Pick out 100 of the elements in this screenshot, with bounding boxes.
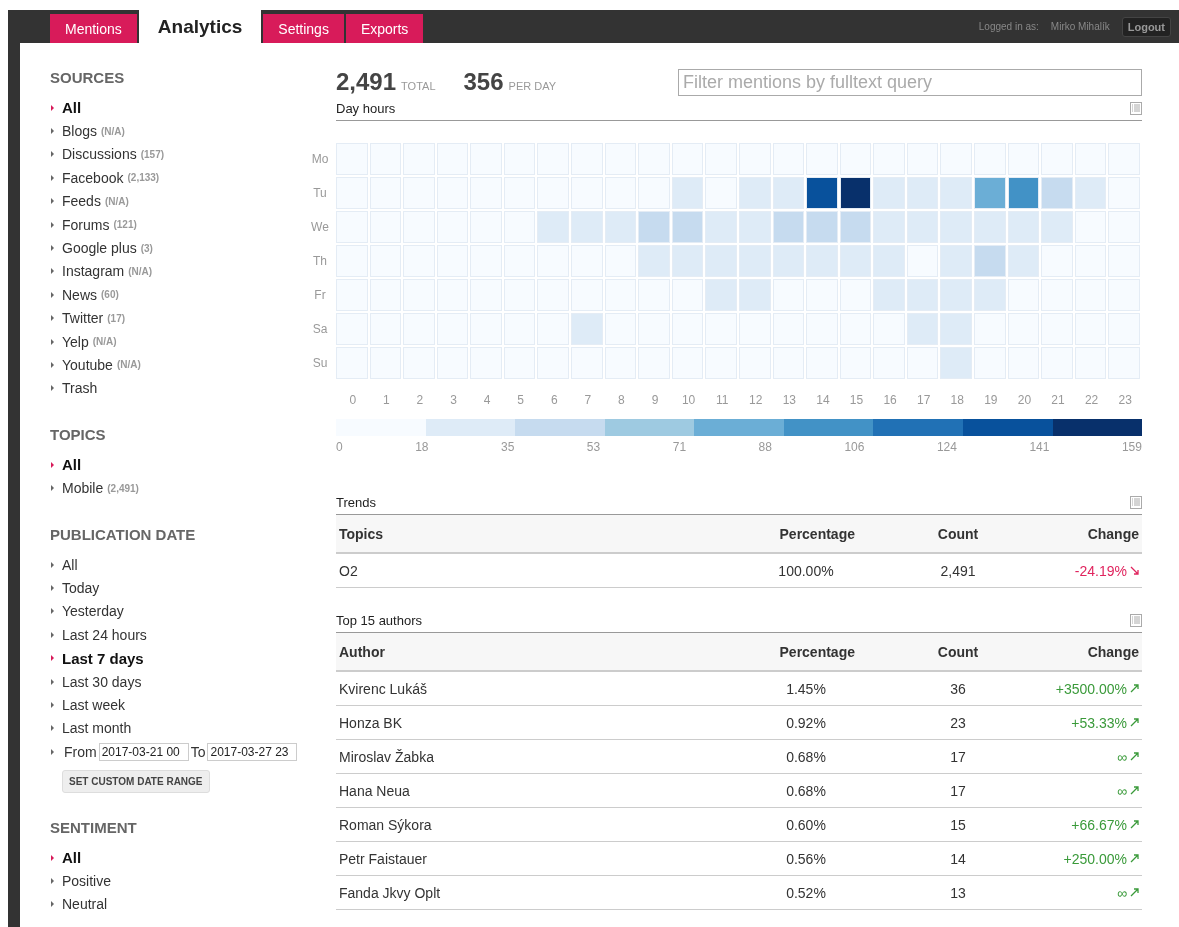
bullet-icon bbox=[51, 104, 54, 111]
table-cell: 0.68% bbox=[712, 739, 900, 774]
hour-label: 0 bbox=[348, 393, 358, 407]
table-icon[interactable] bbox=[1130, 495, 1142, 509]
filter-link[interactable]: Feeds bbox=[62, 193, 101, 210]
filter-link[interactable]: All bbox=[62, 456, 82, 474]
table-cell: Miroslav Žabka bbox=[336, 739, 712, 774]
filter-link[interactable]: Google plus bbox=[62, 240, 137, 257]
hour-label: 17 bbox=[916, 393, 932, 407]
filter-link[interactable]: Mobile bbox=[62, 480, 104, 497]
table-cell: Hana Neua bbox=[336, 773, 712, 808]
filter-link[interactable]: Last 30 days bbox=[62, 673, 142, 690]
table-cell: 0.56% bbox=[712, 841, 900, 876]
date-field[interactable]: 2017-03-21 00 bbox=[98, 743, 189, 761]
item-count: (121) bbox=[113, 219, 137, 231]
nav-tab[interactable]: Settings bbox=[263, 14, 344, 43]
filter-link[interactable]: Today bbox=[62, 579, 100, 596]
column-header: Topics bbox=[336, 515, 712, 553]
legend-label: 141 bbox=[1029, 440, 1050, 454]
item-count: (17) bbox=[107, 312, 126, 324]
bullet-icon bbox=[51, 338, 54, 345]
item-count: (60) bbox=[101, 289, 119, 301]
day-label: Tu bbox=[312, 185, 328, 202]
hour-label: 21 bbox=[1050, 393, 1066, 407]
hour-label: 13 bbox=[781, 393, 798, 407]
filter-link[interactable]: Facebook bbox=[62, 169, 124, 186]
table-cell: 0.52% bbox=[712, 875, 900, 910]
user-name: Mirko Mihalík bbox=[1050, 21, 1110, 32]
set-range-button[interactable]: SET CUSTOM DATE RANGE bbox=[62, 770, 210, 793]
legend-label: 53 bbox=[586, 440, 601, 454]
hour-label: 14 bbox=[815, 393, 831, 407]
legend-label: 106 bbox=[844, 440, 865, 454]
filter-link[interactable]: Last 7 days bbox=[62, 649, 144, 667]
hour-label: 10 bbox=[680, 393, 697, 407]
change-value: +53.33% bbox=[1071, 714, 1127, 731]
item-count: (N/A) bbox=[101, 125, 125, 137]
filter-link[interactable]: Yesterday bbox=[62, 603, 124, 620]
item-count: (N/A) bbox=[116, 359, 141, 371]
table-cell: 15 bbox=[900, 807, 1016, 842]
section-title: TOPICS bbox=[50, 426, 107, 444]
filter-link[interactable]: All bbox=[62, 849, 82, 867]
filter-link[interactable]: Last 24 hours bbox=[62, 626, 147, 643]
filter-link[interactable]: Twitter bbox=[62, 310, 104, 327]
table-icon[interactable] bbox=[1130, 101, 1142, 115]
hour-label: 11 bbox=[714, 393, 730, 407]
from-label: From bbox=[64, 744, 97, 760]
date-field[interactable]: 2017-03-27 23 bbox=[207, 743, 298, 761]
change-value: +66.67% bbox=[1071, 816, 1127, 833]
bullet-icon bbox=[51, 485, 54, 492]
filter-link[interactable]: Youtube bbox=[62, 357, 113, 373]
column-header: Count bbox=[900, 515, 1016, 553]
nav-tab[interactable]: Analytics bbox=[138, 10, 262, 43]
logout-button[interactable]: Logout bbox=[1121, 16, 1171, 37]
filter-link[interactable]: Yelp bbox=[62, 333, 89, 350]
change-value: ∞ bbox=[1117, 782, 1127, 799]
hour-label: 23 bbox=[1117, 393, 1133, 407]
filter-link[interactable]: Positive bbox=[62, 873, 112, 890]
day-label: Sa bbox=[311, 321, 329, 338]
hour-label: 8 bbox=[617, 393, 626, 407]
change-value: -24.19% bbox=[1074, 562, 1127, 579]
panel-title: Top 15 authors bbox=[336, 612, 422, 628]
column-header: Author bbox=[336, 633, 712, 671]
filter-link[interactable]: All bbox=[62, 556, 78, 573]
filter-link[interactable]: Discussions bbox=[62, 146, 137, 163]
panel-title: Day hours bbox=[336, 100, 396, 116]
filter-link[interactable]: Neutral bbox=[62, 896, 108, 913]
bullet-icon bbox=[51, 608, 54, 615]
day-label: Fr bbox=[313, 287, 327, 304]
filter-link[interactable]: Instagram bbox=[62, 263, 125, 280]
table-cell: 0.68% bbox=[712, 773, 900, 808]
bullet-icon bbox=[51, 725, 54, 732]
bullet-icon bbox=[51, 655, 54, 662]
item-count: (2,491) bbox=[107, 482, 139, 494]
day-label: Su bbox=[311, 355, 329, 372]
table-cell: 23 bbox=[900, 705, 1016, 740]
filter-link[interactable]: News bbox=[62, 286, 97, 303]
filter-link[interactable]: All bbox=[62, 99, 82, 117]
bullet-icon bbox=[51, 678, 54, 685]
change-value: ∞ bbox=[1117, 748, 1127, 765]
hour-label: 19 bbox=[983, 393, 999, 407]
table-cell: 17 bbox=[900, 773, 1016, 808]
stat-unit: PER DAY bbox=[508, 80, 557, 92]
nav-tab[interactable]: Exports bbox=[345, 14, 424, 43]
stat-value: 2,491 bbox=[336, 68, 397, 96]
table-cell: Kvirenc Lukáš bbox=[336, 671, 712, 706]
nav-tab[interactable]: Mentions bbox=[50, 14, 137, 43]
filter-link[interactable]: Last month bbox=[62, 720, 132, 737]
table-cell: Honza BK bbox=[336, 705, 712, 740]
filter-link[interactable]: Trash bbox=[62, 380, 98, 397]
filter-link[interactable]: Blogs bbox=[62, 123, 98, 140]
table-icon[interactable] bbox=[1130, 613, 1142, 627]
search-field[interactable]: Filter mentions by fulltext query bbox=[678, 68, 1142, 96]
column-header: Count bbox=[900, 633, 1016, 671]
filter-link[interactable]: Last week bbox=[62, 696, 126, 713]
table-cell: 0.60% bbox=[712, 807, 900, 842]
bullet-icon bbox=[51, 128, 54, 135]
table-cell: 13 bbox=[900, 875, 1016, 910]
hour-label: 2 bbox=[415, 393, 425, 407]
bullet-icon bbox=[51, 461, 54, 468]
filter-link[interactable]: Forums bbox=[62, 216, 110, 233]
